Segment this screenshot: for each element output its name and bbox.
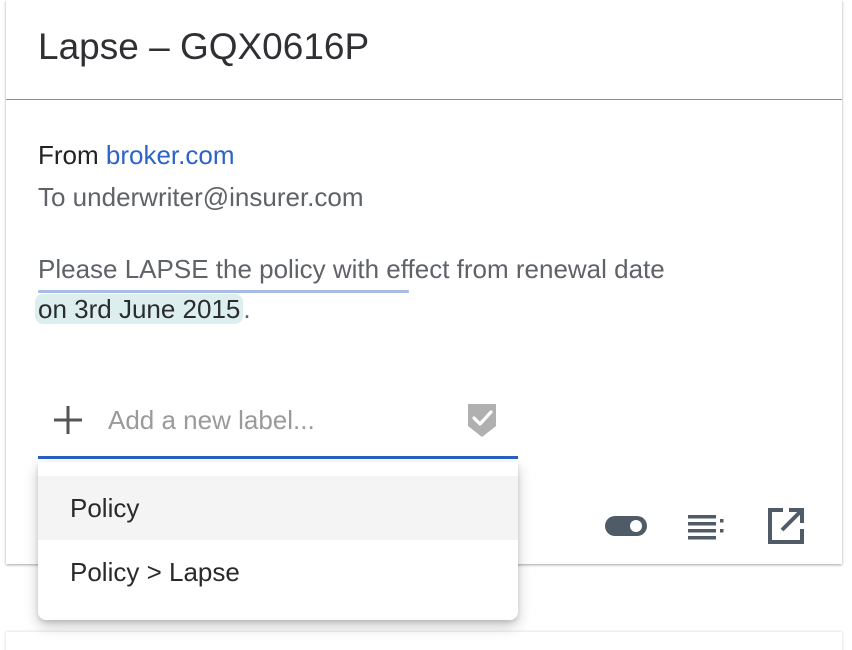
page: Lapse – GQX0616P From broker.com To unde…	[0, 0, 852, 650]
check-shield-icon[interactable]	[466, 402, 498, 438]
new-label-input[interactable]	[108, 398, 458, 442]
list-icon[interactable]	[686, 512, 726, 540]
dropdown-top-padding	[38, 462, 518, 476]
open-in-new-icon[interactable]	[766, 506, 806, 546]
label-suggestions-dropdown: Policy Policy > Lapse	[38, 462, 518, 620]
next-card	[6, 632, 842, 650]
from-link[interactable]: broker.com	[106, 140, 235, 170]
from-line: From broker.com	[38, 140, 235, 171]
input-underline	[38, 456, 518, 459]
dropdown-option-policy[interactable]: Policy	[38, 476, 518, 540]
label-field	[38, 392, 518, 460]
message-end: .	[243, 294, 251, 324]
message-line-2: on 3rd June 2015.	[35, 294, 251, 325]
message-line-1: Please LAPSE the policy with effect from…	[38, 254, 665, 284]
card-header: Lapse – GQX0616P	[6, 0, 842, 100]
toggle-icon[interactable]	[604, 514, 648, 538]
to-line: To underwriter@insurer.com	[38, 182, 364, 212]
dropdown-option-policy-lapse[interactable]: Policy > Lapse	[38, 540, 518, 604]
from-prefix: From	[38, 140, 106, 170]
text-annotation-underline	[38, 290, 409, 293]
highlighted-date[interactable]: on 3rd June 2015	[35, 294, 244, 324]
plus-icon[interactable]	[50, 402, 86, 438]
card-title: Lapse – GQX0616P	[38, 26, 370, 67]
